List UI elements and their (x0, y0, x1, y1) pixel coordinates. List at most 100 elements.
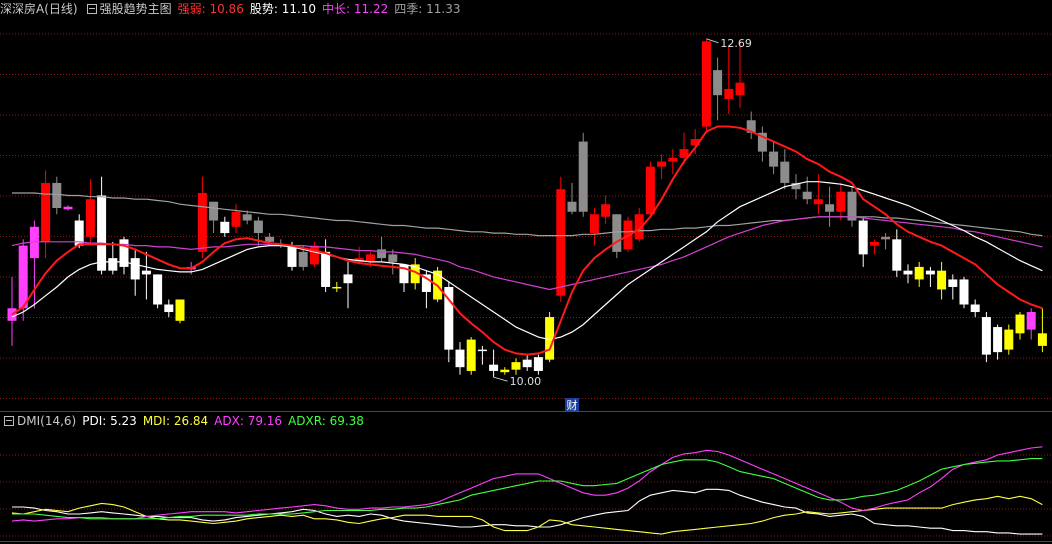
candle (343, 261, 353, 309)
candle-body (298, 251, 308, 267)
candle (444, 281, 454, 363)
candle (175, 299, 185, 324)
candle (679, 132, 689, 165)
candle (164, 299, 174, 318)
main-indicator-label: 股势: (249, 2, 282, 16)
chart-window: 12.69 10.00 财 深深房A(日线) 强股趋势主图 强弱: 10.86 股势:… (0, 0, 1052, 544)
candle-body (645, 166, 655, 215)
candle-body (466, 339, 476, 371)
candle-body (1015, 314, 1025, 334)
candle (881, 233, 891, 250)
candle (63, 205, 73, 211)
candle (970, 299, 980, 318)
candle (209, 201, 219, 234)
candle (489, 349, 499, 378)
candle-body (836, 191, 846, 212)
candle (601, 195, 611, 225)
candle (119, 236, 129, 275)
dmi-indicator-item: ADXR: 69.38 (288, 414, 364, 428)
sub-indicator-toggle-icon[interactable] (4, 416, 14, 426)
candle-body (175, 299, 185, 321)
candle (388, 249, 398, 275)
candle-body (925, 270, 935, 275)
candle-body (41, 182, 51, 242)
candle-body (500, 369, 510, 373)
candle-body (903, 270, 913, 275)
candle (813, 174, 823, 215)
candle-body (813, 199, 823, 205)
candle (735, 41, 745, 108)
candle-body (724, 88, 734, 99)
indicator-name[interactable]: 强股趋势主图 (100, 2, 172, 16)
candle (612, 214, 622, 259)
candle (948, 274, 958, 300)
low-label: 10.00 (510, 375, 541, 388)
candle (858, 216, 868, 267)
candle-body (892, 239, 902, 271)
main-indicator-value: 11.33 (426, 2, 461, 16)
dmi-line (11, 495, 1043, 535)
indicator-line (11, 181, 1043, 341)
candle-body (668, 157, 678, 162)
dmi-indicator-label: ADX: (214, 414, 248, 428)
candle (746, 111, 756, 140)
candle-body (377, 249, 387, 259)
candle-body (164, 304, 174, 313)
candle-body (332, 286, 342, 289)
candle-body (343, 274, 353, 284)
candle-body (63, 206, 73, 210)
candle-body (858, 220, 868, 255)
candle (52, 176, 62, 215)
candle (589, 208, 599, 246)
candle (701, 38, 711, 133)
candle-body (937, 270, 947, 290)
candle (567, 182, 577, 215)
candle (130, 249, 140, 296)
candle-body (388, 254, 398, 262)
candle-body (1026, 312, 1036, 330)
dmi-lines (11, 446, 1043, 535)
chart-canvas[interactable]: 12.69 10.00 财 (0, 0, 1052, 544)
candle (455, 342, 465, 375)
candle (377, 236, 387, 262)
candle (578, 132, 588, 217)
candle (937, 261, 947, 300)
candle-body (780, 161, 790, 183)
candle-body (601, 204, 611, 217)
candle (231, 204, 241, 234)
candle (477, 345, 487, 365)
dmi-indicator-value: 69.38 (329, 414, 364, 428)
candle-body (309, 245, 319, 265)
dmi-name[interactable]: DMI(14,6) (17, 414, 76, 428)
main-indicator-item: 股势: 11.10 (250, 2, 316, 16)
main-indicator-item: 中长: 11.22 (322, 2, 388, 16)
candle-body (108, 258, 118, 271)
candle (903, 264, 913, 284)
candle-body (567, 201, 577, 212)
candle (713, 57, 723, 121)
indicator-toggle-icon[interactable] (86, 4, 97, 14)
candle (466, 337, 476, 375)
candle-body (713, 70, 723, 96)
candle (522, 354, 532, 371)
candles (7, 38, 1047, 378)
candle (153, 274, 163, 309)
candle-body (511, 362, 521, 370)
candle (769, 141, 779, 175)
candle (836, 182, 846, 221)
candle-body (141, 270, 151, 275)
candle (533, 354, 543, 375)
candle-body (287, 245, 297, 267)
candle (556, 176, 566, 302)
candle-body (18, 245, 28, 309)
candle-body (209, 201, 219, 221)
dmi-indicator-value: 79.16 (247, 414, 283, 428)
candle-body (769, 151, 779, 167)
candle-body (948, 279, 958, 287)
candle-body (265, 236, 275, 242)
stock-name[interactable]: 深深房A(日线) (0, 2, 78, 16)
candle (757, 126, 767, 162)
dmi-indicator-item: ADX: 79.16 (214, 414, 282, 428)
candle-body (881, 236, 891, 240)
dmi-line (12, 488, 1043, 535)
